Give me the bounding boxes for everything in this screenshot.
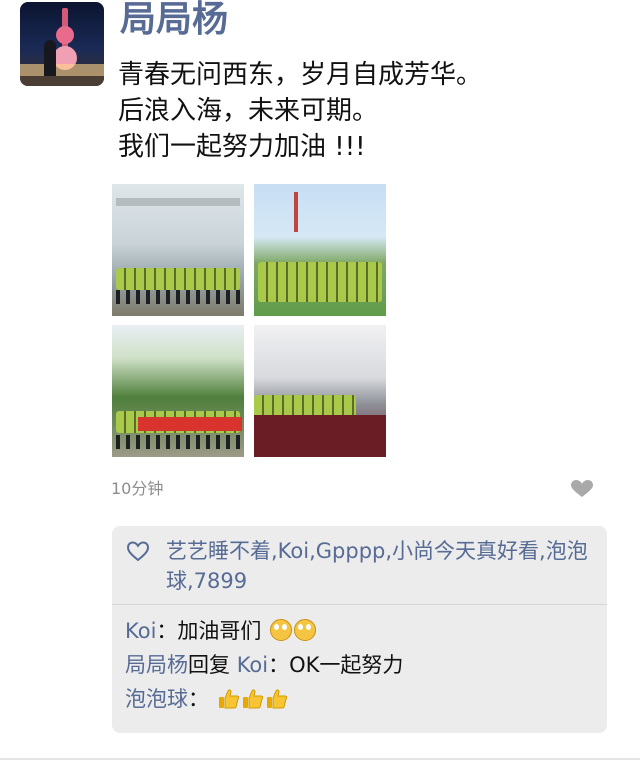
- banner: [138, 417, 242, 431]
- divider: [112, 604, 607, 605]
- photo-2[interactable]: [254, 184, 386, 316]
- post-text-line: 我们一起努力加油 !!!: [118, 132, 366, 162]
- comment-separator: ：: [188, 687, 209, 711]
- comment-item[interactable]: 局局杨回复 Koi：OK一起努力: [125, 650, 403, 680]
- photo-3[interactable]: [112, 325, 244, 457]
- comment-author[interactable]: Koi: [125, 619, 156, 643]
- photo-grid: [112, 184, 388, 460]
- comment-text: OK一起努力: [289, 653, 404, 677]
- comment-separator: ：: [268, 653, 290, 677]
- more-options-button[interactable]: [570, 480, 594, 498]
- avatar[interactable]: [20, 2, 104, 86]
- post-text-line: 青春无问西东，岁月自成芳华。: [118, 60, 483, 90]
- heart-icon: [126, 541, 150, 562]
- heart-gray-icon: [571, 480, 593, 497]
- thumbs-up-emoji: [242, 689, 263, 709]
- face-emoji: [270, 619, 293, 641]
- thumbs-up-emoji: [218, 689, 239, 709]
- comment-text: 加油哥们: [177, 619, 262, 643]
- post-text: 青春无问西东，岁月自成芳华。 后浪入海，未来可期。 我们一起努力加油 !!!: [118, 57, 618, 165]
- moment-post: 局局杨 青春无问西东，岁月自成芳华。 后浪入海，未来可期。 我们一起努力加油 !…: [0, 0, 640, 760]
- post-username[interactable]: 局局杨: [120, 0, 228, 42]
- comment-box: 艺艺睡不着,Koi,Gpppp,小尚今天真好看,泡泡球,7899 Koi：加油哥…: [112, 526, 607, 733]
- thumbs-up-emoji: [266, 689, 287, 709]
- post-text-line: 后浪入海，未来可期。: [118, 96, 379, 126]
- post-time: 10分钟: [111, 479, 164, 498]
- comment-author[interactable]: 局局杨: [125, 653, 188, 677]
- comment-separator: ：: [156, 619, 178, 643]
- photo-1[interactable]: [112, 184, 244, 316]
- likes-names[interactable]: 艺艺睡不着,Koi,Gpppp,小尚今天真好看,泡泡球,7899: [166, 536, 596, 596]
- reply-to-name[interactable]: Koi: [237, 653, 268, 677]
- reply-word: 回复: [188, 653, 230, 677]
- likes-row: 艺艺睡不着,Koi,Gpppp,小尚今天真好看,泡泡球,7899: [126, 536, 596, 596]
- face-emoji: [294, 619, 317, 641]
- photo-4[interactable]: [254, 325, 386, 457]
- comment-item[interactable]: Koi：加油哥们: [125, 616, 317, 646]
- comment-author[interactable]: 泡泡球: [125, 687, 188, 711]
- comment-item[interactable]: 泡泡球：: [125, 684, 288, 714]
